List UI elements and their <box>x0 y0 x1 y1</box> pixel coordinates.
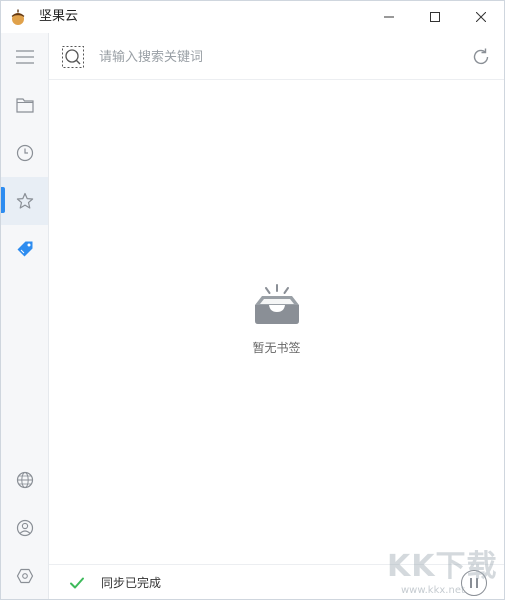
sidebar <box>1 33 49 599</box>
empty-state: 暂无书签 <box>49 283 504 356</box>
title-bar[interactable]: 坚果云 <box>1 1 504 33</box>
minimize-icon <box>384 16 394 18</box>
sidebar-item-settings[interactable] <box>1 552 48 600</box>
refresh-icon <box>473 48 489 65</box>
sidebar-item-account[interactable] <box>1 504 48 552</box>
minimize-button[interactable] <box>366 1 412 33</box>
sidebar-item-recent[interactable] <box>1 129 48 177</box>
empty-inbox-icon <box>254 284 299 324</box>
folder-icon <box>15 98 34 113</box>
search-input[interactable] <box>99 45 439 69</box>
search-icon[interactable] <box>62 46 84 68</box>
hamburger-menu-icon <box>15 50 34 64</box>
tag-icon <box>17 241 32 257</box>
refresh-button[interactable] <box>469 45 493 69</box>
star-icon <box>16 192 33 209</box>
sidebar-item-bookmarks[interactable] <box>1 177 48 225</box>
clock-icon <box>16 144 33 162</box>
maximize-icon <box>430 12 440 22</box>
search-bar <box>49 33 504 80</box>
empty-message: 暂无书签 <box>252 341 301 355</box>
status-bar: 同步已完成 <box>49 564 504 599</box>
sidebar-item-menu[interactable] <box>1 33 48 81</box>
user-icon <box>16 519 33 537</box>
pause-icon <box>470 578 472 588</box>
sidebar-item-web[interactable] <box>1 456 48 504</box>
pause-sync-button[interactable] <box>461 570 487 596</box>
maximize-button[interactable] <box>412 1 458 33</box>
hexagon-settings-icon <box>16 568 33 584</box>
main-panel: 暂无书签 <box>49 33 504 599</box>
close-icon <box>476 12 486 22</box>
acorn-logo-icon <box>9 8 27 26</box>
close-button[interactable] <box>458 1 504 33</box>
window-title: 坚果云 <box>39 9 79 24</box>
sidebar-item-tags[interactable] <box>1 225 48 273</box>
sync-status-text: 同步已完成 <box>101 576 162 590</box>
check-icon <box>69 575 85 591</box>
app-window: 坚果云 请输入搜索关键词 暂无书签 同步已完成 KK下载 www.kkx.net <box>0 0 505 600</box>
sidebar-item-files[interactable] <box>1 81 48 129</box>
globe-icon <box>16 471 33 489</box>
